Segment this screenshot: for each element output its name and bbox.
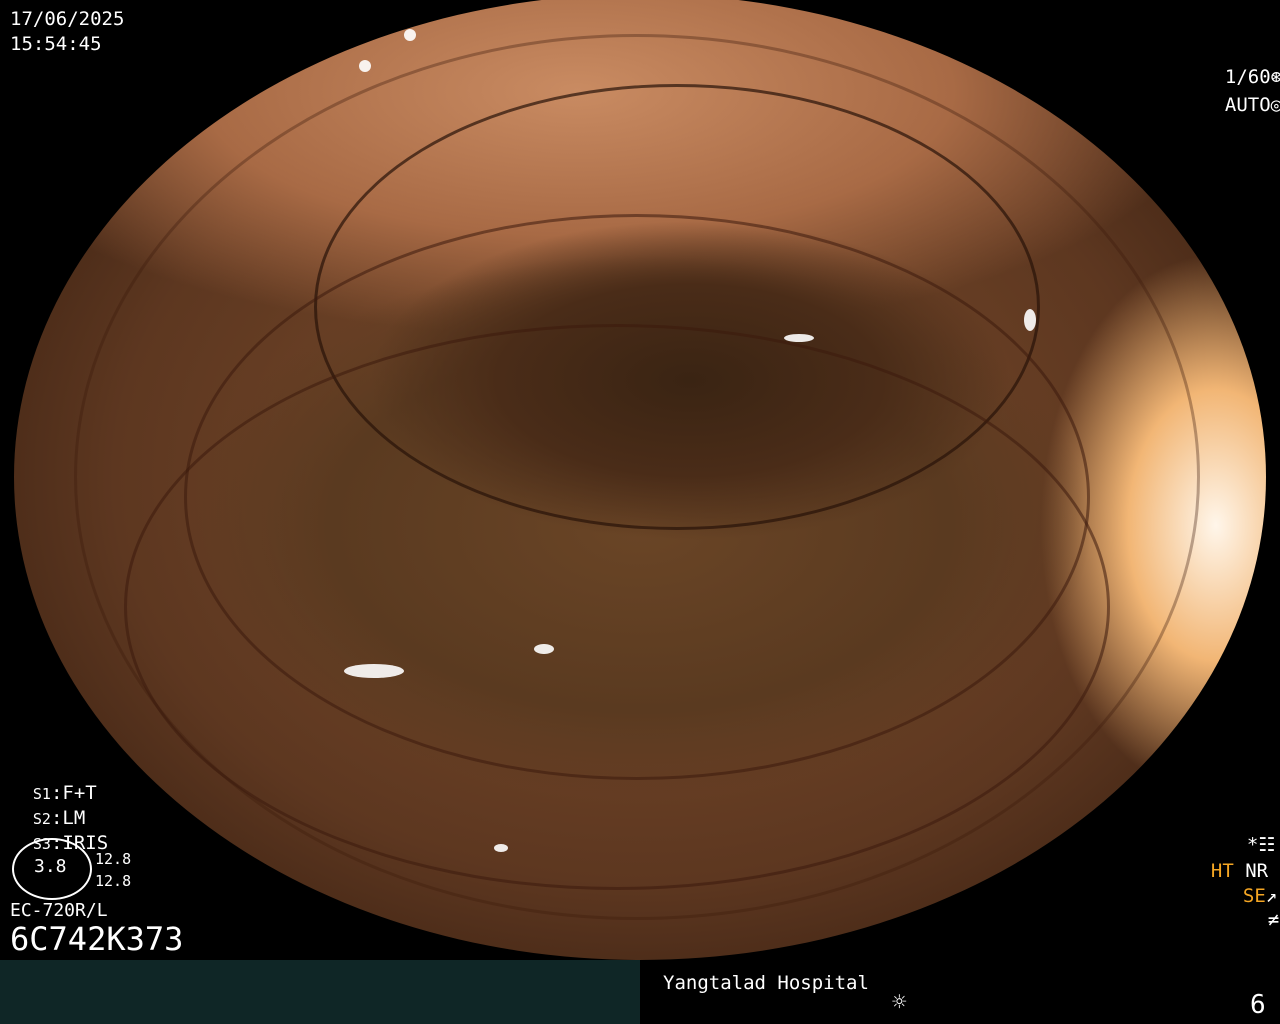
light-reflection — [784, 334, 814, 342]
hospital-name: Yangtalad Hospital — [663, 972, 869, 994]
exposure-mode: AUTO◎ — [1202, 69, 1280, 117]
gauge-lower-value: 12.8 — [95, 872, 132, 890]
light-reflection — [494, 844, 508, 852]
freeze-indicator: ≠ — [1245, 884, 1279, 932]
image-number: 6 — [1250, 990, 1266, 1020]
exposure-mode-label: AUTO — [1224, 94, 1271, 116]
time-label: 15:54:45 — [10, 33, 102, 55]
iris-icon: ◎ — [1270, 94, 1280, 116]
gauge-upper-value: 12.8 — [95, 850, 132, 868]
light-reflection — [534, 644, 554, 654]
light-reflection — [1024, 309, 1036, 331]
mucosal-fold — [74, 34, 1200, 920]
brightness-icon: ☼ — [892, 988, 907, 1016]
date-label: 17/06/2025 — [10, 8, 125, 30]
footer-left-panel — [0, 960, 640, 1024]
scope-serial: 6C742K373 — [10, 920, 184, 958]
not-equal-icon: ≠ — [1267, 909, 1280, 931]
light-reflection — [344, 664, 404, 678]
endoscope-image — [14, 0, 1266, 960]
light-reflection — [359, 60, 371, 72]
light-reflection — [404, 29, 416, 41]
gauge-center-value: 3.8 — [34, 856, 67, 877]
